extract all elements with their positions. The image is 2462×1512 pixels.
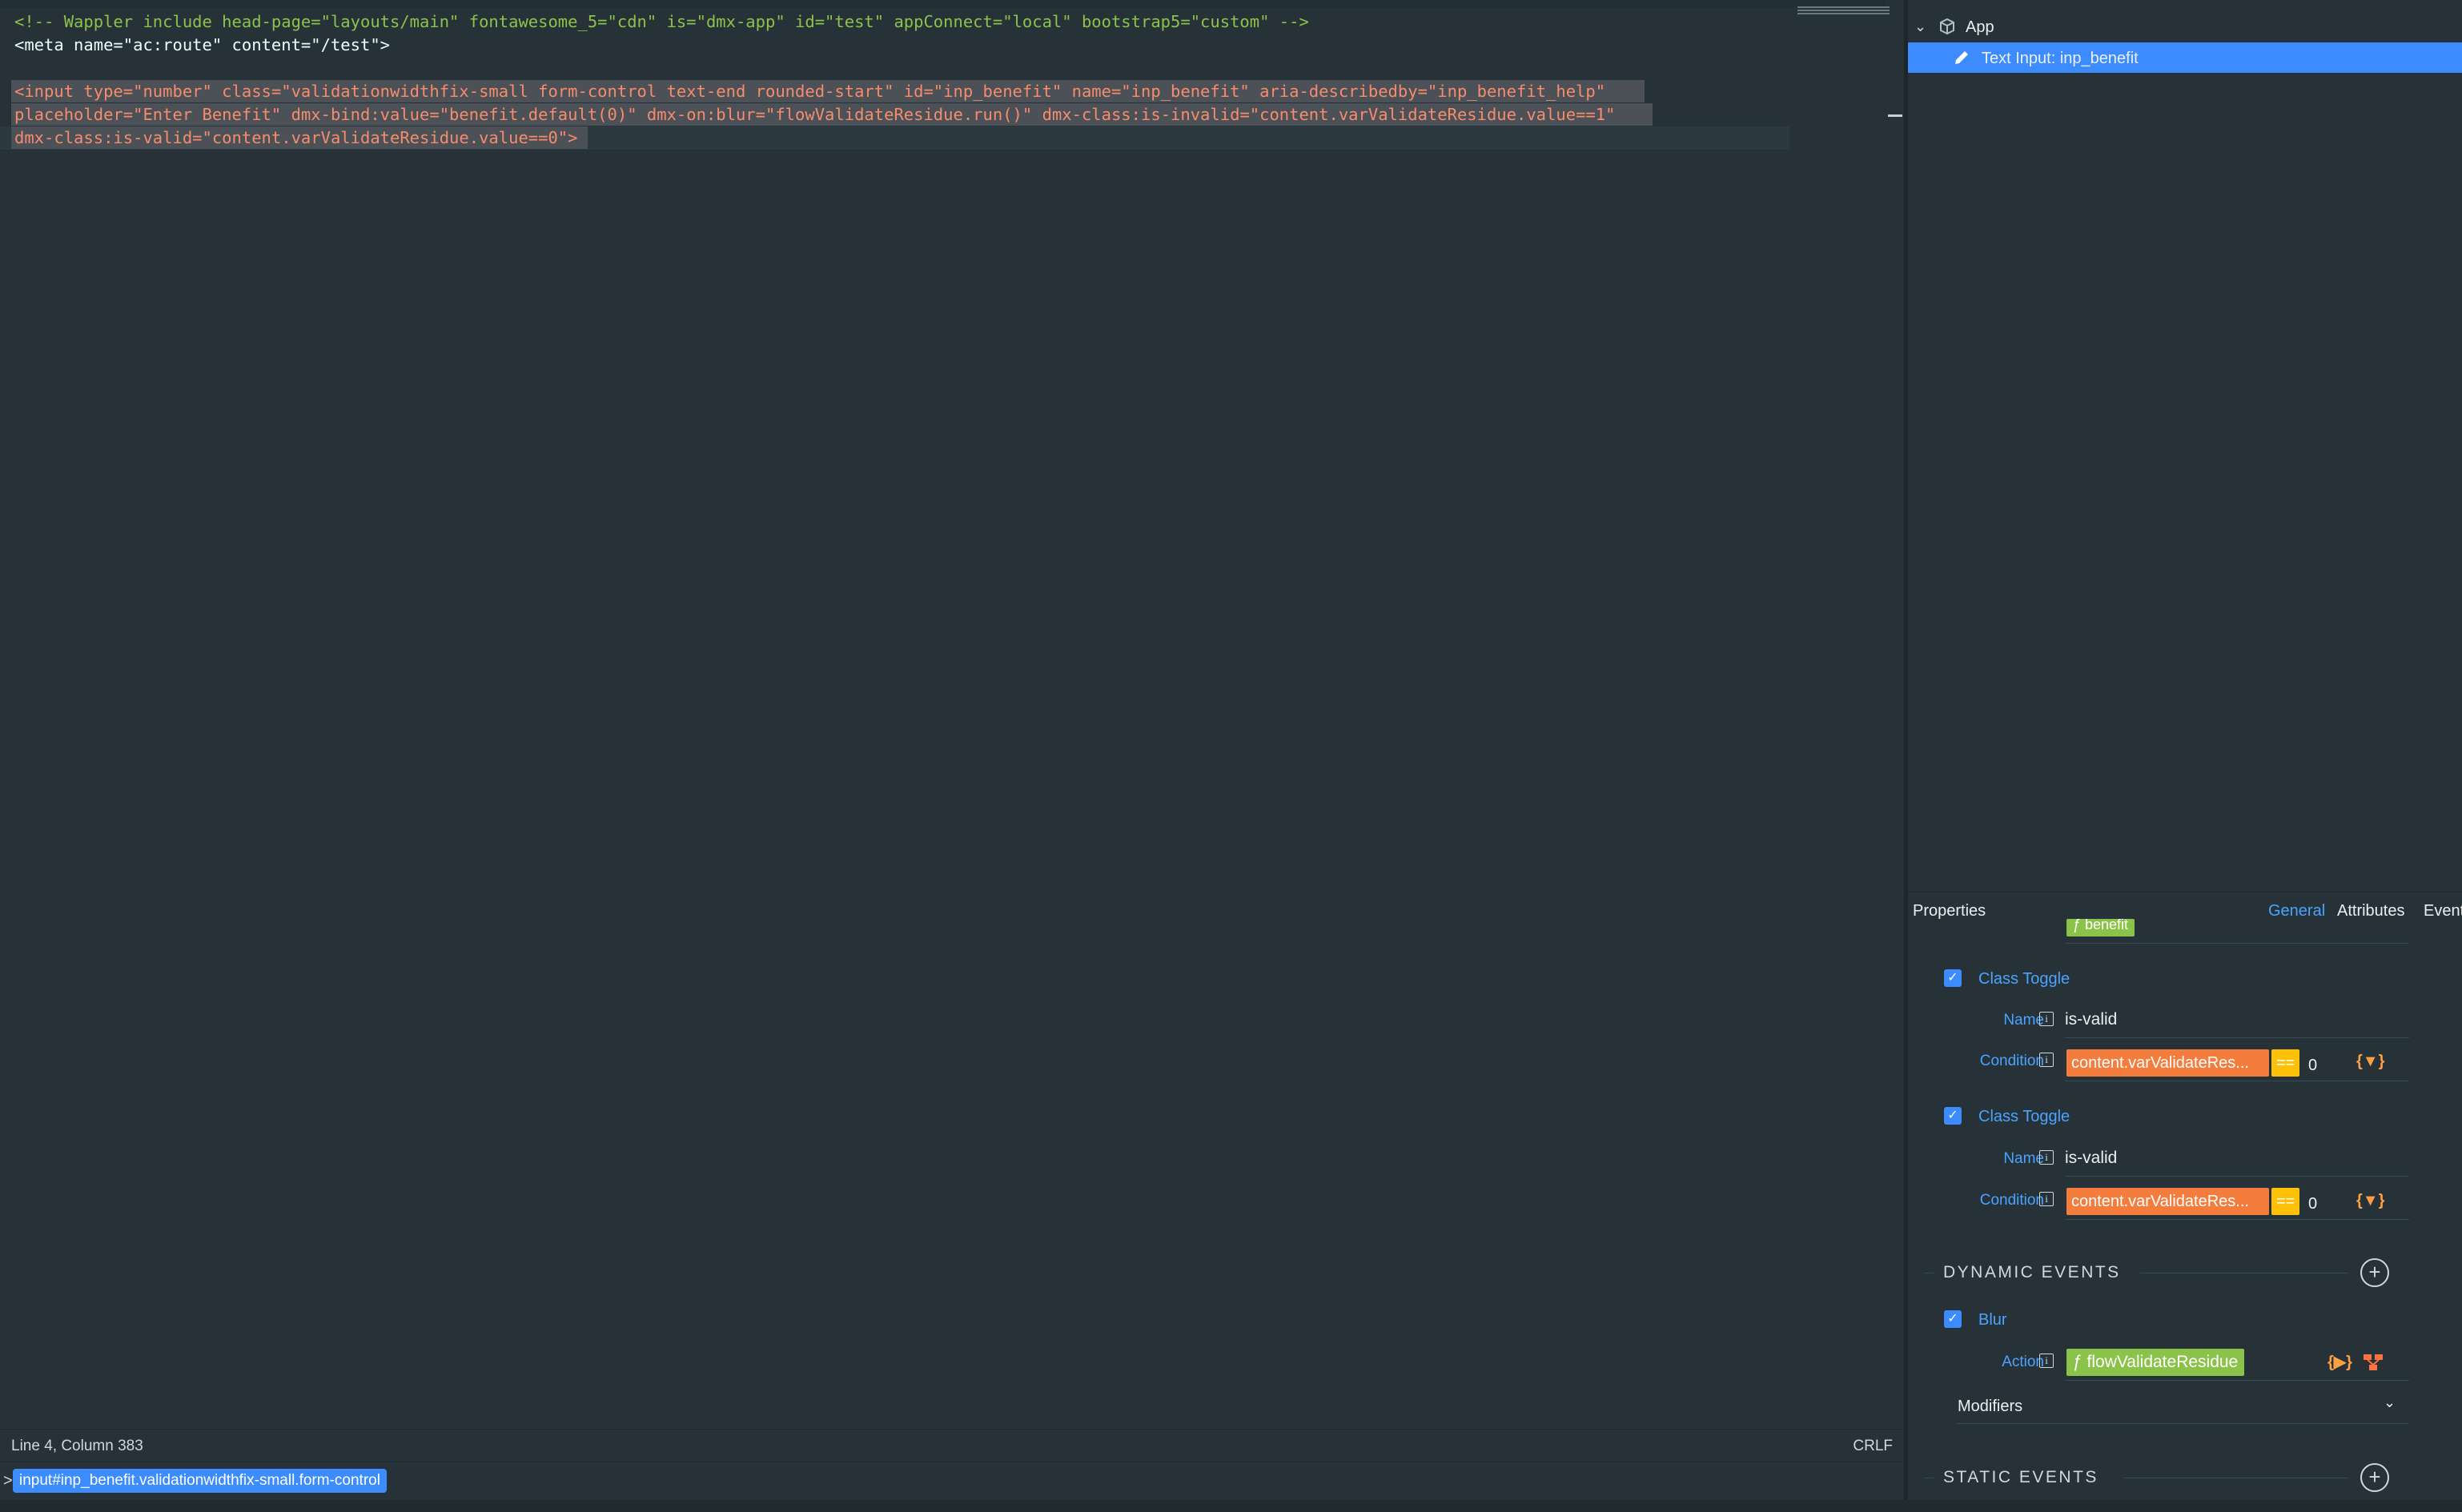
filter-bind-icon[interactable]: {▼} [2356, 1053, 2384, 1071]
code-line-2[interactable]: <meta name="ac:route" content="/test"> [14, 34, 390, 57]
code-line-4b[interactable]: placeholder="Enter Benefit" dmx-bind:val… [14, 103, 1615, 126]
condition-value[interactable]: 0 [2308, 1057, 2317, 1075]
line-ending[interactable]: CRLF [1853, 1438, 1893, 1455]
info-icon[interactable]: i [2039, 1192, 2054, 1206]
breadcrumb-item[interactable]: input#inp_benefit.validationwidthfix-sma… [13, 1469, 387, 1493]
modifiers-label[interactable]: Modifiers [1958, 1398, 2022, 1416]
tree-node-label: App [1966, 18, 1994, 36]
bottom-toolbar [0, 1500, 2462, 1512]
cursor-position: Line 4, Column 383 [11, 1438, 143, 1454]
field-underline [2065, 1219, 2409, 1220]
cube-icon [1940, 18, 1954, 35]
breadcrumb-caret: > [3, 1472, 13, 1490]
class-name-value[interactable]: is-valid [2065, 1010, 2117, 1029]
event-checkbox[interactable]: ✓ [1944, 1310, 1962, 1328]
field-underline [2065, 1037, 2409, 1038]
value-chip[interactable]: ƒ benefit [2066, 919, 2135, 936]
editor-top-toolbar [0, 0, 1886, 8]
class-toggle-label[interactable]: Class Toggle [1978, 1108, 2070, 1126]
info-icon[interactable]: i [2039, 1012, 2054, 1026]
field-underline [1956, 1423, 2409, 1424]
pencil-icon [1955, 51, 1968, 64]
action-label: Action [2002, 1354, 2044, 1370]
tab-attributes[interactable]: Attributes [2337, 902, 2404, 920]
condition-value[interactable]: 0 [2308, 1195, 2317, 1213]
field-underline [2065, 1380, 2409, 1381]
info-icon[interactable]: i [2039, 1354, 2054, 1368]
class-toggle-checkbox[interactable]: ✓ [1944, 969, 1962, 987]
info-icon[interactable]: i [2039, 1150, 2054, 1165]
flow-icon[interactable] [2363, 1353, 2384, 1372]
name-label: Name [2003, 1012, 2044, 1029]
code-line-1[interactable]: <!-- Wappler include head-page="layouts/… [14, 10, 1309, 34]
tree-node-text-input[interactable]: Text Input: inp_benefit [1908, 42, 2462, 73]
right-panel: ⌄ App Text Input: inp_benefit Properties… [1908, 0, 2462, 1500]
add-dynamic-event-button[interactable]: + [2360, 1258, 2389, 1287]
info-icon[interactable]: i [2039, 1053, 2054, 1067]
field-underline [2065, 943, 2409, 944]
code-line-4c[interactable]: dmx-class:is-valid="content.varValidateR… [14, 126, 578, 150]
operator-chip[interactable]: == [2271, 1049, 2300, 1077]
code-line-4a[interactable]: <input type="number" class="validationwi… [14, 80, 1605, 103]
name-label: Name [2003, 1150, 2044, 1167]
element-breadcrumb: > input#inp_benefit.validationwidthfix-s… [0, 1462, 1904, 1499]
class-toggle-checkbox[interactable]: ✓ [1944, 1107, 1962, 1125]
tab-general[interactable]: General [2268, 902, 2325, 920]
properties-title: Properties [1913, 902, 1986, 920]
condition-expression-chip[interactable]: content.varValidateRes... [2066, 1188, 2269, 1215]
action-chip[interactable]: ƒ flowValidateResidue [2066, 1349, 2245, 1376]
dynamic-events-title: DYNAMIC EVENTS [1943, 1263, 2121, 1281]
scrollbar-marker[interactable] [1888, 114, 1902, 117]
minimap[interactable] [1797, 5, 1890, 22]
static-events-title: STATIC EVENTS [1943, 1468, 2099, 1486]
tab-events[interactable]: Event [2424, 902, 2462, 920]
event-blur-label[interactable]: Blur [1978, 1311, 2007, 1330]
chevron-down-icon[interactable]: ⌄ [2384, 1394, 2396, 1411]
filter-bind-icon[interactable]: {▼} [2356, 1192, 2384, 1210]
class-toggle-label[interactable]: Class Toggle [1978, 970, 2070, 989]
condition-label: Condition [1979, 1192, 2044, 1209]
action-picker-icon[interactable]: {▶} [2327, 1352, 2352, 1372]
code-editor[interactable]: <!-- Wappler include head-page="layouts/… [0, 0, 1902, 1429]
status-bar: Line 4, Column 383 CRLF [0, 1429, 1904, 1462]
class-name-value[interactable]: is-valid [2065, 1149, 2117, 1168]
chevron-down-icon[interactable]: ⌄ [1914, 18, 1926, 35]
condition-label: Condition [1979, 1053, 2044, 1069]
condition-expression-chip[interactable]: content.varValidateRes... [2066, 1049, 2269, 1077]
operator-chip[interactable]: == [2271, 1188, 2300, 1215]
add-static-event-button[interactable]: + [2360, 1463, 2389, 1492]
tree-node-app[interactable]: ⌄ App [1908, 11, 2462, 42]
properties-header: Properties General Attributes Event [1908, 892, 2462, 928]
field-underline [2065, 1176, 2409, 1177]
tree-node-label: Text Input: inp_benefit [1982, 50, 2139, 67]
